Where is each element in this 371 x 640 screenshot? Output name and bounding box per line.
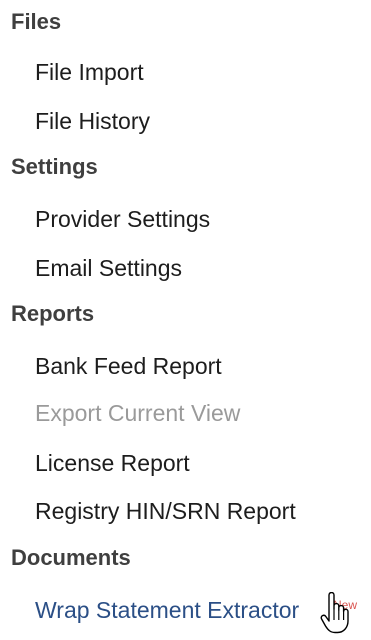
section-heading-settings: Settings — [11, 154, 98, 179]
menu-item-registry-hin-srn-report[interactable]: Registry HIN/SRN Report — [35, 497, 296, 525]
menu-item-provider-settings[interactable]: Provider Settings — [35, 205, 210, 233]
section-heading-documents: Documents — [11, 545, 131, 570]
section-heading-reports: Reports — [11, 301, 95, 326]
navigation-menu: Files File Import File History Settings … — [0, 0, 371, 640]
hand-pointer-icon — [320, 592, 349, 634]
menu-item-export-current-view: Export Current View — [35, 400, 241, 426]
menu-item-email-settings[interactable]: Email Settings — [35, 254, 182, 282]
menu-item-bank-feed-report[interactable]: Bank Feed Report — [35, 352, 222, 380]
section-heading-files: Files — [11, 9, 62, 34]
menu-item-license-report[interactable]: License Report — [35, 449, 190, 477]
menu-item-wrap-statement-extractor[interactable]: Wrap Statement Extractor — [35, 596, 299, 624]
menu-item-file-history[interactable]: File History — [35, 107, 150, 135]
menu-item-file-import[interactable]: File Import — [35, 58, 144, 86]
